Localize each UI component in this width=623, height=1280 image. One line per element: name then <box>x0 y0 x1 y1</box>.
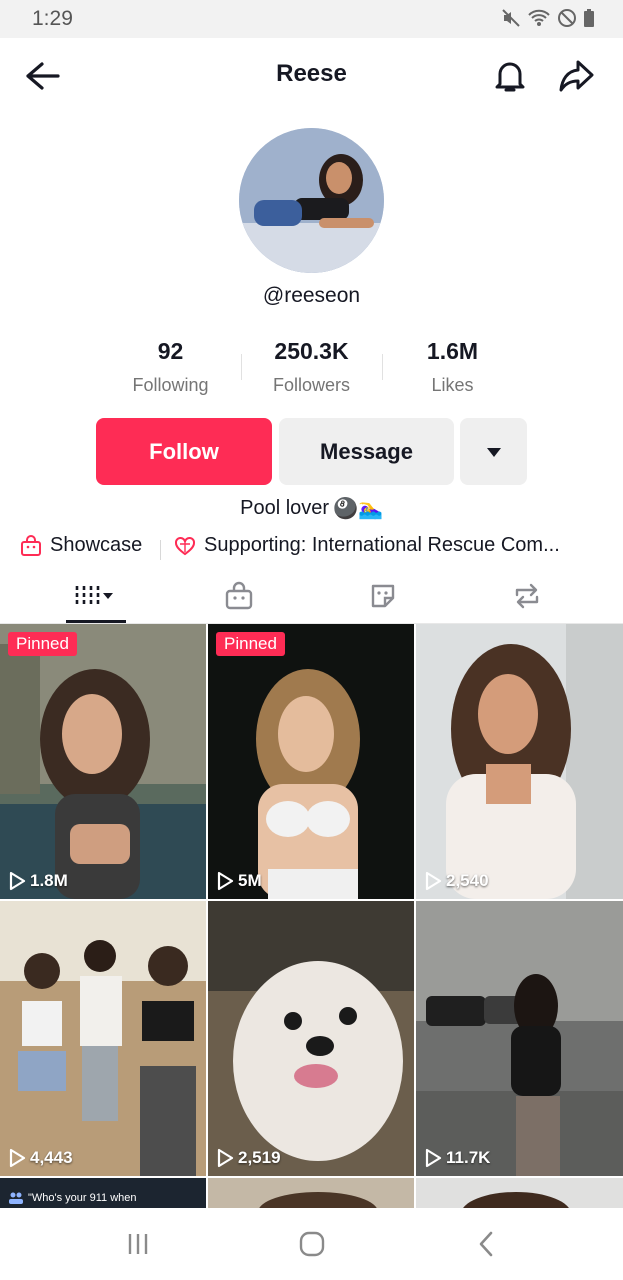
play-icon <box>217 1148 234 1168</box>
system-back-button[interactable] <box>466 1228 506 1260</box>
people-icon <box>9 1192 23 1204</box>
likes-label: Likes <box>431 375 474 395</box>
likes-count: 1.6M <box>426 338 479 364</box>
sticker-icon <box>371 584 395 608</box>
video-preview-image <box>0 624 206 899</box>
bell-icon <box>495 62 525 92</box>
following-label: Following <box>132 375 209 395</box>
share-icon <box>559 60 594 92</box>
follow-button[interactable]: Follow <box>96 418 272 485</box>
heart-globe-icon <box>175 536 195 555</box>
tab-liked[interactable] <box>353 576 413 616</box>
do-not-disturb-icon <box>558 9 576 27</box>
video-thumbnail[interactable]: "Who's your 911 when <box>0 1178 206 1208</box>
suggested-accounts-button[interactable] <box>460 418 527 485</box>
top-bar: Reese <box>0 38 623 114</box>
status-time: 1:29 <box>32 7 73 30</box>
showcase-link[interactable]: Showcase <box>20 534 142 557</box>
video-thumbnail[interactable]: 11.7K <box>416 901 623 1176</box>
video-caption: "Who's your 911 when <box>28 1192 137 1204</box>
play-count-value: 4,443 <box>30 1148 73 1167</box>
repost-icon <box>515 583 539 609</box>
tab-active-indicator <box>66 620 126 623</box>
play-icon <box>425 1148 442 1168</box>
followers-label: Followers <box>272 375 351 395</box>
video-preview-image <box>416 901 623 1176</box>
avatar-image <box>239 128 384 273</box>
back-icon <box>479 1231 493 1257</box>
username: @reeseon <box>262 284 361 307</box>
status-bar: 1:29 <box>0 0 623 38</box>
stat-followers[interactable]: 250.3K Followers <box>241 338 382 396</box>
bio: Pool lover 🎱🏊‍♀️ <box>0 496 623 521</box>
content-tabs <box>0 570 623 624</box>
play-count-value: 2,519 <box>238 1148 281 1167</box>
tab-shop[interactable] <box>209 576 269 616</box>
stat-likes[interactable]: 1.6M Likes <box>382 338 523 396</box>
pinned-badge: Pinned <box>216 632 285 656</box>
video-grid: Pinned 1.8M Pinned 5M 2,540 4,443 2,519 … <box>0 624 623 1208</box>
play-count: 4,443 <box>8 1148 73 1168</box>
video-thumbnail[interactable]: Pinned 5M <box>208 624 414 899</box>
video-thumbnail[interactable]: 2,519 <box>208 901 414 1176</box>
play-count: 5M <box>216 871 262 891</box>
share-button[interactable] <box>556 56 596 96</box>
video-preview-image <box>208 901 414 1176</box>
play-count: 11.7K <box>424 1148 490 1168</box>
video-preview-image <box>259 1192 377 1208</box>
video-preview-image <box>0 901 206 1176</box>
link-separator <box>160 540 161 560</box>
status-icons <box>501 8 595 28</box>
wifi-icon <box>528 9 550 26</box>
caret-down-icon <box>486 447 501 457</box>
recent-apps-icon <box>128 1234 148 1254</box>
play-icon <box>217 871 234 891</box>
video-thumbnail[interactable]: 4,443 <box>0 901 206 1176</box>
shop-bag-icon <box>225 581 253 610</box>
video-thumbnail[interactable] <box>416 1178 623 1208</box>
video-thumbnail[interactable]: 2,540 <box>416 624 623 899</box>
avatar[interactable] <box>239 128 384 273</box>
tab-videos[interactable] <box>66 576 126 616</box>
followers-count: 250.3K <box>274 338 349 364</box>
profile-links: Showcase Supporting: International Rescu… <box>0 534 623 564</box>
video-preview-image <box>463 1192 569 1208</box>
play-count: 1.8M <box>8 871 68 891</box>
play-count-value: 2,540 <box>446 871 489 890</box>
video-preview-image <box>208 624 414 899</box>
supporting-label: Supporting: International Rescue Com... <box>204 534 560 556</box>
system-nav-bar <box>0 1208 623 1280</box>
battery-icon <box>584 9 594 27</box>
mute-icon <box>502 9 520 27</box>
stat-following[interactable]: 92 Following <box>100 338 241 396</box>
bio-emoji: 🎱🏊‍♀️ <box>333 498 383 520</box>
recent-apps-button[interactable] <box>118 1228 158 1260</box>
supporting-link[interactable]: Supporting: International Rescue Com... <box>174 534 560 557</box>
pinned-badge: Pinned <box>8 632 77 656</box>
notifications-button[interactable] <box>490 56 530 96</box>
profile-stats: 92 Following 250.3K Followers 1.6M Likes <box>100 338 523 402</box>
play-icon <box>425 871 442 891</box>
play-icon <box>9 871 26 891</box>
play-count-value: 5M <box>238 871 262 890</box>
message-button[interactable]: Message <box>279 418 454 485</box>
play-icon <box>9 1148 26 1168</box>
showcase-label: Showcase <box>50 534 143 556</box>
following-count: 92 <box>157 338 184 364</box>
video-preview-image <box>416 624 623 899</box>
play-count-value: 1.8M <box>30 871 68 890</box>
shop-bag-icon <box>21 534 41 556</box>
play-count: 2,540 <box>424 871 489 891</box>
video-thumbnail[interactable]: Pinned 1.8M <box>0 624 206 899</box>
videos-grid-icon <box>75 586 113 606</box>
home-icon <box>299 1231 325 1257</box>
play-count-value: 11.7K <box>446 1148 491 1167</box>
home-button[interactable] <box>292 1228 332 1260</box>
tab-reposts[interactable] <box>497 576 557 616</box>
video-thumbnail[interactable] <box>208 1178 414 1208</box>
play-count: 2,519 <box>216 1148 281 1168</box>
bio-text: Pool lover <box>240 497 330 519</box>
